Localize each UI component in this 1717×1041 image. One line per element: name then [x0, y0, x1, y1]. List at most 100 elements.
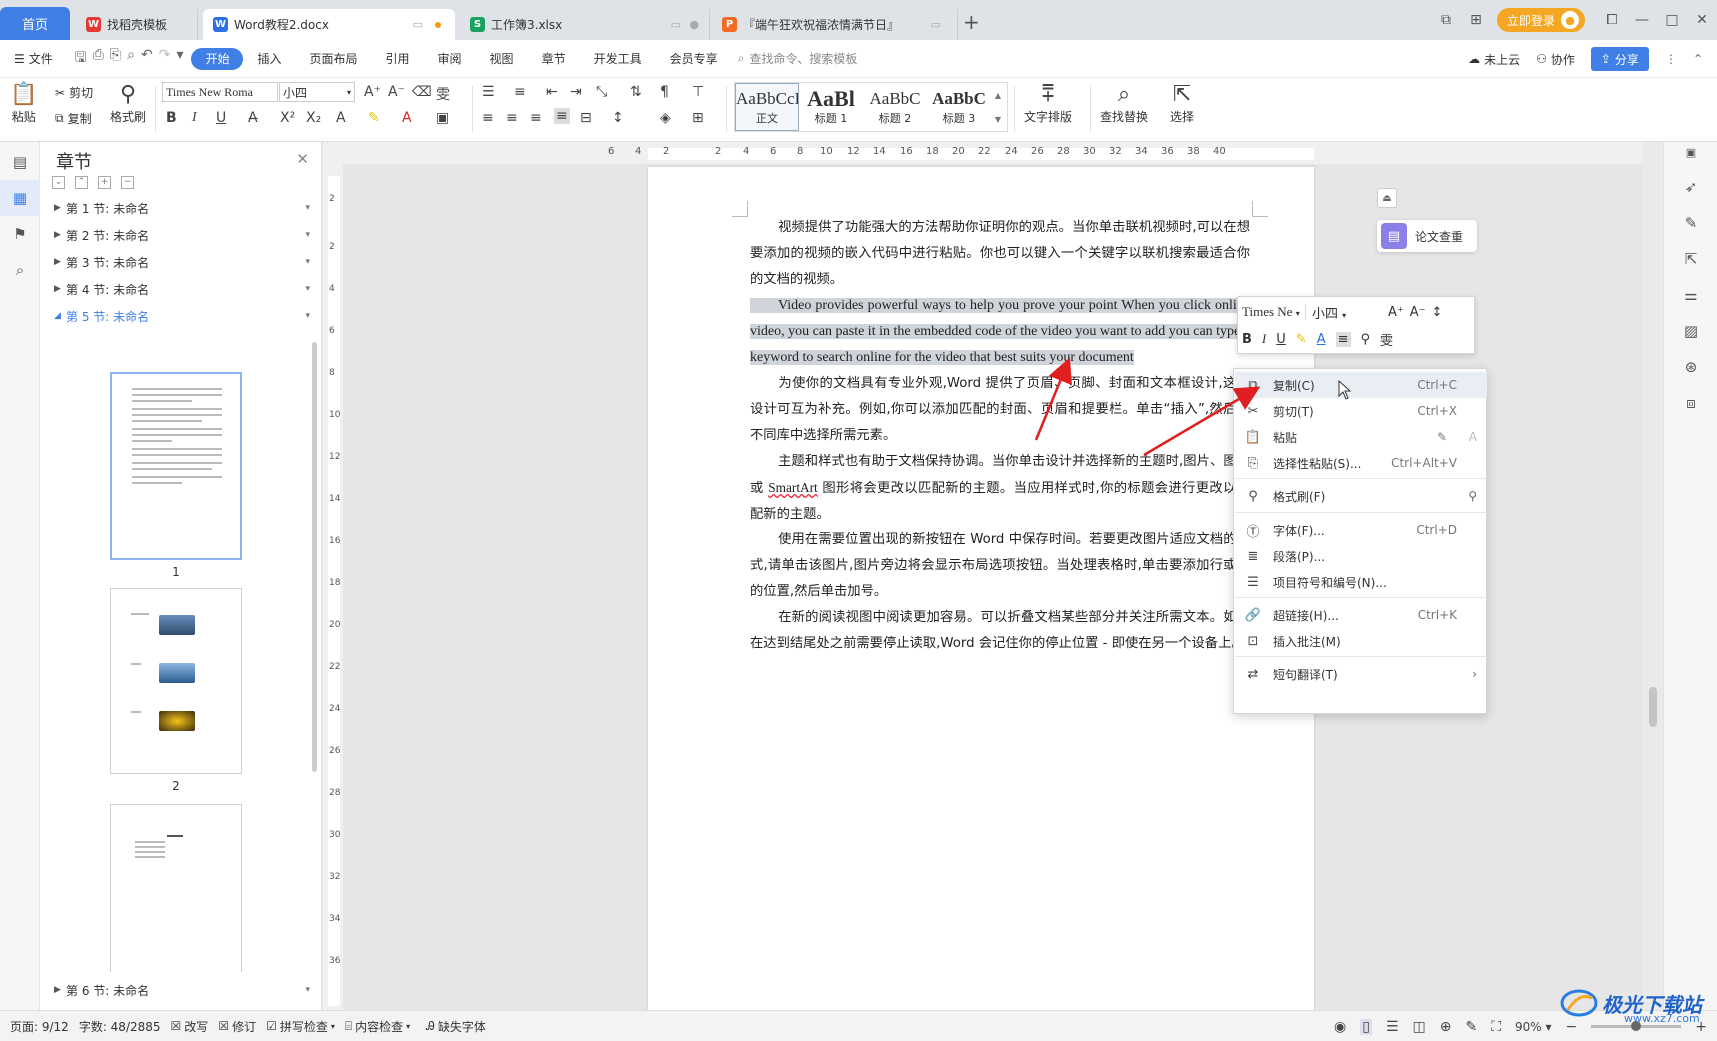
print-icon[interactable]: ⎘: [110, 47, 121, 71]
section-item-1[interactable]: ▶ 第 1 节: 未命名 ▾: [54, 195, 310, 221]
scroll-thumb[interactable]: [1649, 687, 1657, 727]
text-direction-icon[interactable]: ⤡: [596, 84, 607, 100]
highlight-icon[interactable]: ✎: [1296, 332, 1307, 347]
format-painter-lock-icon[interactable]: ⚲: [1468, 489, 1477, 503]
decrease-font-icon[interactable]: A⁻: [1410, 305, 1426, 320]
tab-home[interactable]: 首页: [0, 7, 70, 40]
line-spacing-icon[interactable]: ↕: [612, 110, 624, 126]
close-dot-icon[interactable]: ●: [689, 18, 699, 31]
document-page[interactable]: 视频提供了功能强大的方法帮助你证明你的观点。当你单击联机视频时,可以在想要添加的…: [648, 167, 1314, 1010]
menu-view[interactable]: 视图: [476, 48, 528, 70]
close-icon[interactable]: ✕: [1687, 12, 1717, 28]
pinyin-icon[interactable]: 雯: [436, 84, 450, 104]
tab-ppt[interactable]: P 『端午狂欢祝福浓情满节日』 ▭: [712, 9, 958, 40]
collab-button[interactable]: ⚇ 协作: [1536, 51, 1575, 68]
sort-icon[interactable]: ⇅: [630, 84, 642, 100]
paragraph-3[interactable]: 为使你的文档具有专业外观,Word 提供了页眉、页脚、封面和文本框设计,这些设计…: [750, 371, 1250, 449]
cloud-status[interactable]: ☁ 未上云: [1468, 51, 1520, 68]
word-count[interactable]: 字数: 48/2885: [79, 1018, 161, 1035]
text-effect-icon[interactable]: A: [336, 110, 346, 126]
show-marks-icon[interactable]: ¶: [660, 84, 669, 100]
justify-icon[interactable]: ≡: [554, 108, 570, 124]
window-icon[interactable]: ▭: [413, 18, 423, 31]
maximize-icon[interactable]: □: [1657, 12, 1687, 28]
track-changes-toggle[interactable]: ☒ 修订: [218, 1018, 256, 1035]
apps-grid-icon[interactable]: ⊞: [1461, 12, 1491, 28]
horizontal-ruler[interactable]: 6 4 2 2 4 6 8 10 12 14 16 18 20 22 24 26…: [323, 142, 1663, 164]
paragraph-6[interactable]: 在新的阅读视图中阅读更加容易。可以折叠文档某些部分并关注所需文本。如果在达到结尾…: [750, 605, 1250, 657]
style-heading-3[interactable]: AaBbC 标题 3: [927, 83, 991, 131]
spell-check-toggle[interactable]: ☑ 拼写检查 ▾: [266, 1018, 335, 1035]
font-color-icon[interactable]: A: [1317, 332, 1326, 347]
decrease-font-icon[interactable]: A⁻: [388, 84, 405, 100]
increase-font-icon[interactable]: A⁺: [364, 84, 381, 100]
menu-chapter[interactable]: 章节: [528, 48, 580, 70]
paste-text-only-icon[interactable]: A: [1469, 430, 1477, 444]
italic-icon[interactable]: I: [192, 110, 197, 126]
share-button[interactable]: ⇪ 分享: [1590, 47, 1649, 71]
menu-item-translate[interactable]: ⇄ 短句翻译(T) ›: [1235, 661, 1487, 687]
page-thumbnail[interactable]: [110, 804, 242, 972]
document-scrollbar[interactable]: [1643, 142, 1663, 1010]
zoom-slider[interactable]: [1591, 1021, 1682, 1031]
chevron-up-icon[interactable]: ▲: [995, 91, 1001, 100]
distribute-icon[interactable]: ⊟: [580, 110, 592, 126]
menu-item-font[interactable]: Ⓣ 字体(F)... Ctrl+D: [1235, 517, 1487, 543]
overwrite-toggle[interactable]: ☒ 改写: [171, 1018, 209, 1035]
italic-icon[interactable]: I: [1262, 331, 1266, 347]
bookmark-icon[interactable]: ⚑: [0, 216, 40, 252]
align-center-icon[interactable]: ≡: [506, 110, 518, 126]
customize-icon[interactable]: ▾: [176, 47, 183, 71]
menu-item-copy[interactable]: ⧉ 复制(C) Ctrl+C: [1235, 372, 1487, 398]
chevron-down-icon[interactable]: ▾: [305, 230, 310, 240]
menu-insert[interactable]: 插入: [243, 48, 295, 70]
bold-icon[interactable]: B: [1242, 332, 1252, 347]
eye-protect-icon[interactable]: ◉: [1334, 1019, 1346, 1035]
styles-scroll[interactable]: ▲ ▼: [991, 83, 1005, 131]
panel-scrollbar[interactable]: [312, 342, 317, 772]
paragraph-2-selected[interactable]: Video provides powerful ways to help you…: [750, 293, 1250, 371]
section-item-5[interactable]: ◢ 第 5 节: 未命名 ▾: [54, 303, 310, 329]
bold-icon[interactable]: B: [166, 110, 177, 126]
underline-icon[interactable]: U: [1276, 332, 1286, 347]
increase-indent-icon[interactable]: ⇥: [570, 84, 582, 100]
pinyin-icon[interactable]: 雯: [1380, 330, 1393, 349]
window-icon[interactable]: ▭: [931, 18, 941, 31]
select-button[interactable]: ⇱ 选择: [1170, 82, 1194, 125]
command-search[interactable]: ⌕ 查找命令、搜索模板: [738, 50, 858, 67]
style-heading-1[interactable]: AaBl 标题 1: [799, 83, 863, 131]
reading-view-icon[interactable]: ◫: [1413, 1019, 1426, 1035]
line-spacing-icon[interactable]: ↕: [1432, 305, 1443, 320]
mini-size-select[interactable]: 小四 ▾: [1312, 303, 1382, 322]
write-mode-icon[interactable]: ✎: [1465, 1019, 1477, 1035]
login-button[interactable]: 立即登录 ●: [1496, 8, 1585, 32]
minimize-icon[interactable]: —: [1627, 12, 1657, 28]
tab-word-doc[interactable]: W Word教程2.docx ▭: [203, 9, 455, 40]
section-item-6[interactable]: ▶ 第 6 节: 未命名 ▾: [54, 977, 310, 1003]
pointer-icon[interactable]: ⇱: [1681, 250, 1701, 270]
spellcheck-word[interactable]: SmartArt: [768, 480, 818, 495]
align-right-icon[interactable]: ≡: [530, 110, 542, 126]
collapse-ribbon-icon[interactable]: ⌃: [1693, 52, 1703, 66]
outline-view-icon[interactable]: ☰: [1386, 1019, 1399, 1035]
chevron-down-icon[interactable]: ▾: [305, 985, 310, 995]
bullets-icon[interactable]: ☰: [482, 84, 495, 100]
paragraph-4[interactable]: 主题和样式也有助于文档保持协调。当你单击设计并选择新的主题时,图片、图表或 Sm…: [750, 449, 1250, 528]
zoom-out-icon[interactable]: −: [1566, 1019, 1578, 1035]
paste-keep-format-icon[interactable]: ✎: [1437, 430, 1447, 444]
menu-item-insert-comment[interactable]: ⊡ 插入批注(M): [1235, 628, 1487, 654]
menu-member[interactable]: 会员专享: [656, 48, 732, 70]
chevron-down-icon[interactable]: ▾: [305, 284, 310, 294]
align-icon[interactable]: ≡: [1335, 331, 1351, 347]
add-section-icon[interactable]: +: [98, 176, 111, 189]
paste-button[interactable]: 📋 粘贴: [10, 82, 37, 125]
chapter-nav-icon[interactable]: ▦: [0, 180, 40, 216]
export-pdf-icon[interactable]: ⎙: [93, 47, 104, 71]
missing-font-button[interactable]: Ꭿ 缺失字体: [426, 1018, 486, 1035]
page-thumbnail[interactable]: [110, 588, 242, 774]
style-heading-2[interactable]: AaBbC 标题 2: [863, 83, 927, 131]
redo-icon[interactable]: ↷: [159, 47, 171, 71]
text-layout-button[interactable]: ⩱ 文字排版: [1024, 82, 1072, 125]
menu-item-format-painter[interactable]: ⚲ 格式刷(F) ⚲: [1235, 483, 1487, 509]
pen-icon[interactable]: ✎: [1681, 214, 1701, 234]
